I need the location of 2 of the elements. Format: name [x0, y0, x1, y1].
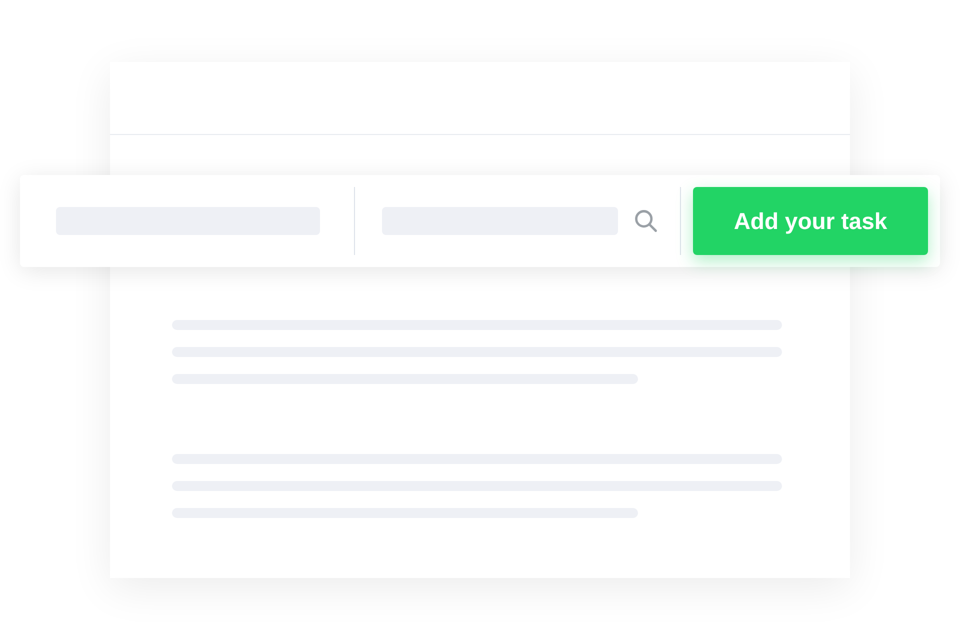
search-icon[interactable] — [633, 208, 659, 234]
add-task-button[interactable]: Add your task — [693, 187, 928, 255]
